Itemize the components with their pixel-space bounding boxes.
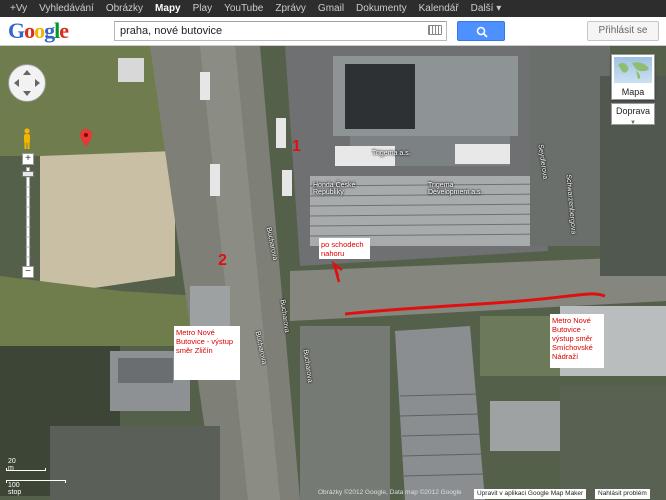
map-type-label: Mapa [621, 87, 645, 97]
header: Google praha, nové butovice Přihlásit se [0, 17, 666, 46]
annotation-number-1: 1 [292, 138, 301, 155]
annotation-note: Metro Nové Butovice - výstup směr Smícho… [550, 314, 604, 368]
chevron-down-icon: ▼ [630, 120, 636, 126]
zoom-out-button[interactable]: − [22, 266, 34, 278]
gbar-item[interactable]: Další ▾ [465, 0, 508, 17]
gbar-item[interactable]: Zprávy [269, 0, 312, 17]
satellite-imagery [0, 46, 666, 500]
google-bar: +Vy Vyhledávání Obrázky Mapy Play YouTube Zprá… [0, 0, 666, 17]
gbar-item[interactable]: Mapy [149, 0, 187, 17]
annotation-note: po schodech nahoru [319, 238, 370, 259]
pan-arrows-icon [14, 70, 40, 96]
poi-label[interactable]: Honda České Republiky [313, 182, 359, 196]
gbar-item[interactable]: YouTube [218, 0, 269, 17]
map-thumbnail [614, 57, 652, 83]
street-view-pegman-icon[interactable] [22, 128, 32, 150]
map-footer: Obrázky ©2012 Google, Data map ©2012 Goo… [0, 488, 666, 500]
location-marker-icon[interactable] [80, 129, 92, 147]
zoom-ticks [25, 176, 31, 258]
annotation-number-2: 2 [218, 252, 227, 269]
google-logo[interactable]: Google [8, 19, 69, 43]
report-problem-link[interactable]: Nahlásit problém [595, 489, 650, 499]
map-type-button[interactable]: Mapa [611, 54, 655, 100]
gbar-item[interactable]: Vyhledávání [33, 0, 100, 17]
gbar-item[interactable]: Obrázky [100, 0, 149, 17]
gbar-item[interactable]: Play [187, 0, 218, 17]
pan-control[interactable] [8, 64, 46, 102]
search-button[interactable] [457, 21, 505, 41]
signin-button[interactable]: Přihlásit se [587, 21, 659, 41]
traffic-label: Doprava [615, 106, 651, 116]
keyboard-icon[interactable] [428, 25, 442, 35]
gbar-item[interactable]: +Vy [4, 0, 33, 17]
gbar-item[interactable]: Kalendář [413, 0, 465, 17]
poi-label[interactable]: Trigema Development a.s. [428, 182, 483, 196]
search-input[interactable]: praha, nové butovice [114, 21, 447, 41]
poi-label[interactable]: Trigema a.s. [372, 150, 411, 157]
traffic-layer-button[interactable]: Doprava ▼ [611, 103, 655, 126]
copyright-text: Obrázky ©2012 Google, Data map ©2012 Goo… [318, 489, 462, 496]
search-icon [476, 26, 488, 38]
map-maker-link[interactable]: Upravit v aplikaci Google Map Maker [474, 489, 587, 499]
zoom-in-button[interactable]: + [22, 153, 34, 165]
map-canvas[interactable]: Trigema a.s. Honda České Republiky Trige… [0, 46, 666, 500]
gbar-item[interactable]: Dokumenty [350, 0, 413, 17]
annotation-note: Metro Nové Butovice - výstup směr Zličín [174, 326, 240, 380]
gbar-item[interactable]: Gmail [312, 0, 350, 17]
world-map-icon [618, 62, 649, 79]
zoom-slider-thumb[interactable] [22, 171, 34, 177]
